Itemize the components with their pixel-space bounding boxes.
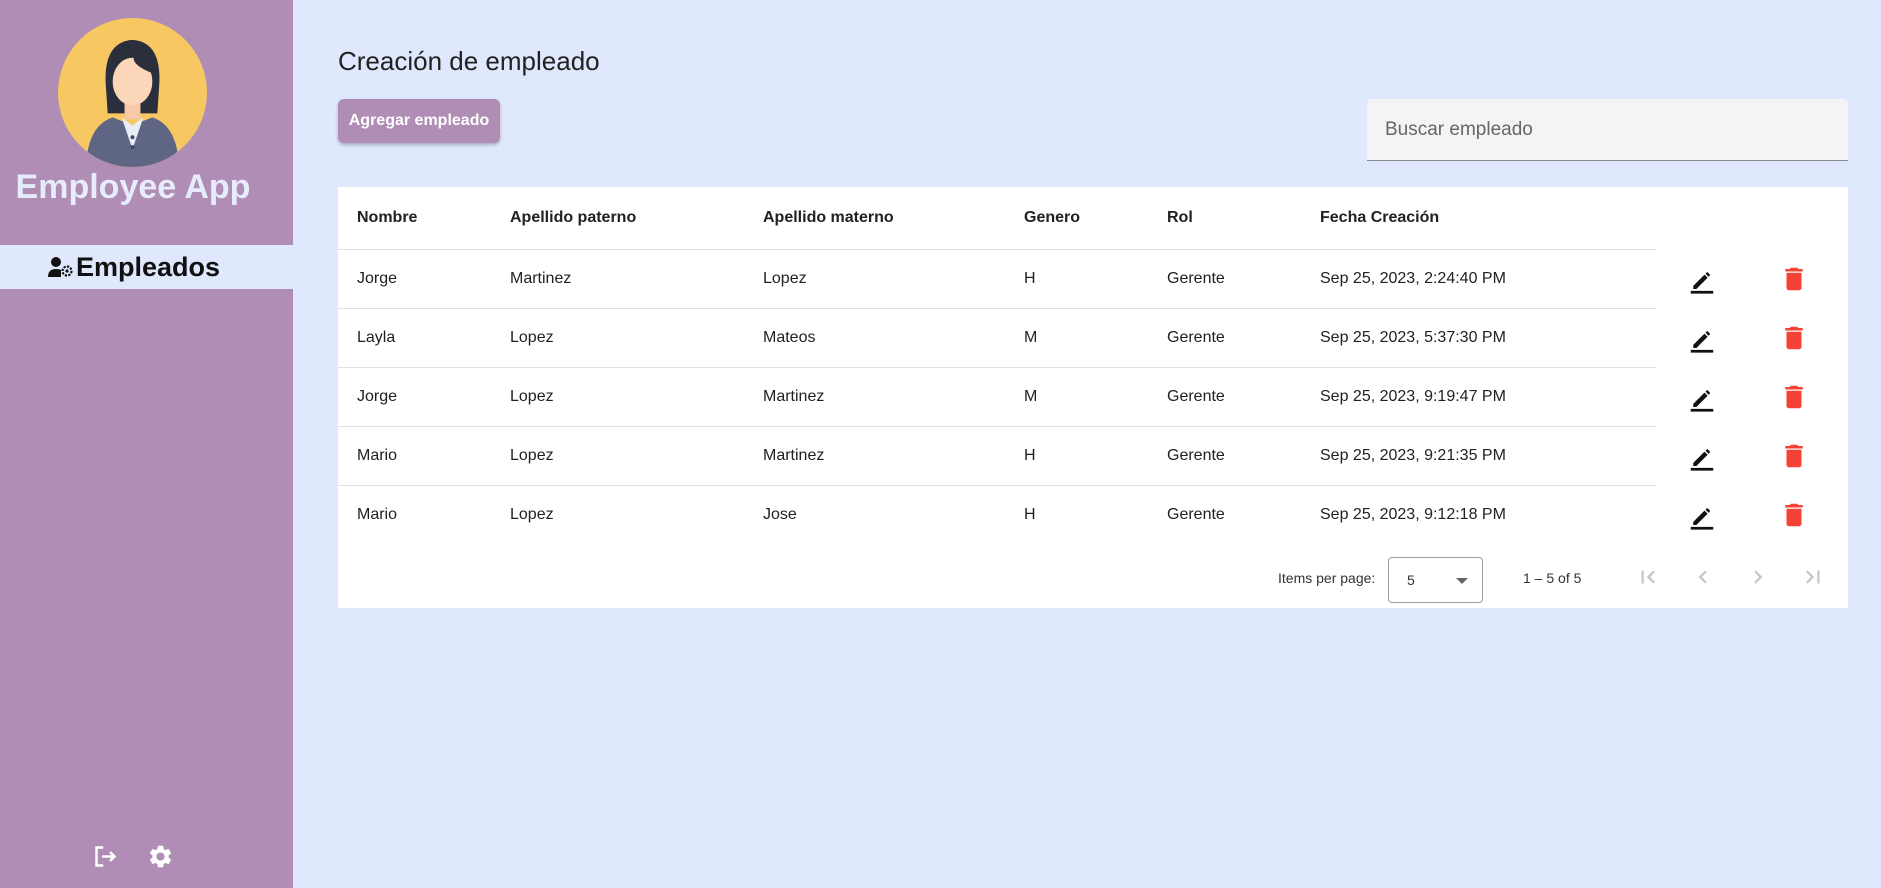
employee-table-card: Nombre Apellido paterno Apellido materno… <box>338 187 1848 608</box>
cell-apellido-materno: Mateos <box>744 307 1005 367</box>
cell-fecha-creacion: Sep 25, 2023, 5:37:30 PM <box>1301 307 1656 367</box>
cell-nombre: Layla <box>338 307 491 367</box>
chevron-right-icon <box>1754 570 1763 584</box>
cell-apellido-paterno: Lopez <box>491 307 744 367</box>
cell-genero: H <box>1005 248 1148 308</box>
edit-icon[interactable] <box>1687 323 1717 353</box>
first-page-icon <box>1641 570 1655 584</box>
edit-icon[interactable] <box>1687 264 1717 294</box>
cell-rol: Gerente <box>1148 484 1301 544</box>
last-page-icon <box>1806 570 1820 584</box>
search-input[interactable] <box>1385 99 1825 161</box>
gear-icon[interactable] <box>147 843 174 870</box>
cell-genero: M <box>1005 366 1148 426</box>
logout-icon[interactable] <box>92 843 119 870</box>
table-row: Mario Lopez Martinez H Gerente Sep 25, 2… <box>338 425 1840 485</box>
cell-rol: Gerente <box>1148 366 1301 426</box>
cell-fecha-creacion: Sep 25, 2023, 9:12:18 PM <box>1301 484 1656 544</box>
delete-icon[interactable] <box>1779 500 1809 530</box>
column-header-empty <box>1748 187 1840 249</box>
items-per-page-label: Items per page: <box>1278 570 1376 586</box>
edit-button[interactable] <box>1656 485 1748 544</box>
column-header[interactable]: Fecha Creación <box>1301 187 1656 249</box>
cell-genero: M <box>1005 307 1148 367</box>
delete-button[interactable] <box>1748 367 1840 426</box>
chevron-left-icon <box>1698 570 1707 584</box>
cell-rol: Gerente <box>1148 307 1301 367</box>
column-header[interactable]: Apellido paterno <box>491 187 744 249</box>
edit-button[interactable] <box>1656 426 1748 485</box>
column-header[interactable]: Nombre <box>338 187 491 249</box>
cell-nombre: Mario <box>338 425 491 485</box>
search-field[interactable] <box>1367 99 1848 161</box>
page-size-select[interactable]: 5 <box>1388 557 1483 603</box>
employee-table: Nombre Apellido paterno Apellido materno… <box>338 187 1840 544</box>
cell-genero: H <box>1005 425 1148 485</box>
sidebar: Employee App Empleados <box>0 0 293 888</box>
first-page-button[interactable] <box>1635 564 1661 590</box>
edit-button[interactable] <box>1656 367 1748 426</box>
cell-genero: H <box>1005 484 1148 544</box>
table-row: Jorge Martinez Lopez H Gerente Sep 25, 2… <box>338 248 1840 308</box>
cell-apellido-materno: Jose <box>744 484 1005 544</box>
cell-apellido-paterno: Lopez <box>491 425 744 485</box>
table-row: Layla Lopez Mateos M Gerente Sep 25, 202… <box>338 307 1840 367</box>
delete-button[interactable] <box>1748 249 1840 308</box>
previous-page-button[interactable] <box>1690 564 1716 590</box>
page-size-value: 5 <box>1407 572 1415 588</box>
cell-apellido-paterno: Lopez <box>491 366 744 426</box>
delete-icon[interactable] <box>1779 264 1809 294</box>
edit-icon[interactable] <box>1687 500 1717 530</box>
app-title: Employee App <box>15 168 251 206</box>
manage-accounts-icon <box>48 257 73 277</box>
cell-apellido-paterno: Lopez <box>491 484 744 544</box>
dropdown-arrow-icon <box>1456 578 1468 584</box>
table-header-row: Nombre Apellido paterno Apellido materno… <box>338 187 1840 249</box>
cell-apellido-materno: Martinez <box>744 425 1005 485</box>
cell-fecha-creacion: Sep 25, 2023, 9:21:35 PM <box>1301 425 1656 485</box>
page-range-label: 1 – 5 of 5 <box>1523 570 1582 586</box>
column-header-empty <box>1656 187 1748 249</box>
next-page-button[interactable] <box>1745 564 1771 590</box>
avatar <box>58 18 207 167</box>
delete-icon[interactable] <box>1779 441 1809 471</box>
column-header[interactable]: Apellido materno <box>744 187 1005 249</box>
delete-icon[interactable] <box>1779 323 1809 353</box>
page-title: Creación de empleado <box>338 46 600 76</box>
cell-apellido-materno: Martinez <box>744 366 1005 426</box>
delete-button[interactable] <box>1748 426 1840 485</box>
cell-nombre: Mario <box>338 484 491 544</box>
delete-icon[interactable] <box>1779 382 1809 412</box>
cell-rol: Gerente <box>1148 425 1301 485</box>
delete-button[interactable] <box>1748 485 1840 544</box>
table-row: Mario Lopez Jose H Gerente Sep 25, 2023,… <box>338 484 1840 544</box>
column-header[interactable]: Rol <box>1148 187 1301 249</box>
edit-button[interactable] <box>1656 249 1748 308</box>
cell-apellido-materno: Lopez <box>744 248 1005 308</box>
add-employee-button[interactable]: Agregar empleado <box>338 99 500 143</box>
cell-fecha-creacion: Sep 25, 2023, 2:24:40 PM <box>1301 248 1656 308</box>
last-page-button[interactable] <box>1800 564 1826 590</box>
cell-rol: Gerente <box>1148 248 1301 308</box>
table-body: Jorge Martinez Lopez H Gerente Sep 25, 2… <box>338 248 1840 544</box>
sidebar-footer <box>92 843 174 870</box>
column-header[interactable]: Genero <box>1005 187 1148 249</box>
user-avatar-icon <box>85 39 180 167</box>
sidebar-item-label: Empleados <box>76 251 221 282</box>
cell-apellido-paterno: Martinez <box>491 248 744 308</box>
sidebar-item-empleados[interactable]: Empleados <box>0 245 293 289</box>
edit-icon[interactable] <box>1687 441 1717 471</box>
paginator: Items per page: 5 1 – 5 of 5 <box>338 552 1848 603</box>
table-row: Jorge Lopez Martinez M Gerente Sep 25, 2… <box>338 366 1840 426</box>
delete-button[interactable] <box>1748 308 1840 367</box>
cell-nombre: Jorge <box>338 366 491 426</box>
cell-fecha-creacion: Sep 25, 2023, 9:19:47 PM <box>1301 366 1656 426</box>
edit-button[interactable] <box>1656 308 1748 367</box>
cell-nombre: Jorge <box>338 248 491 308</box>
edit-icon[interactable] <box>1687 382 1717 412</box>
